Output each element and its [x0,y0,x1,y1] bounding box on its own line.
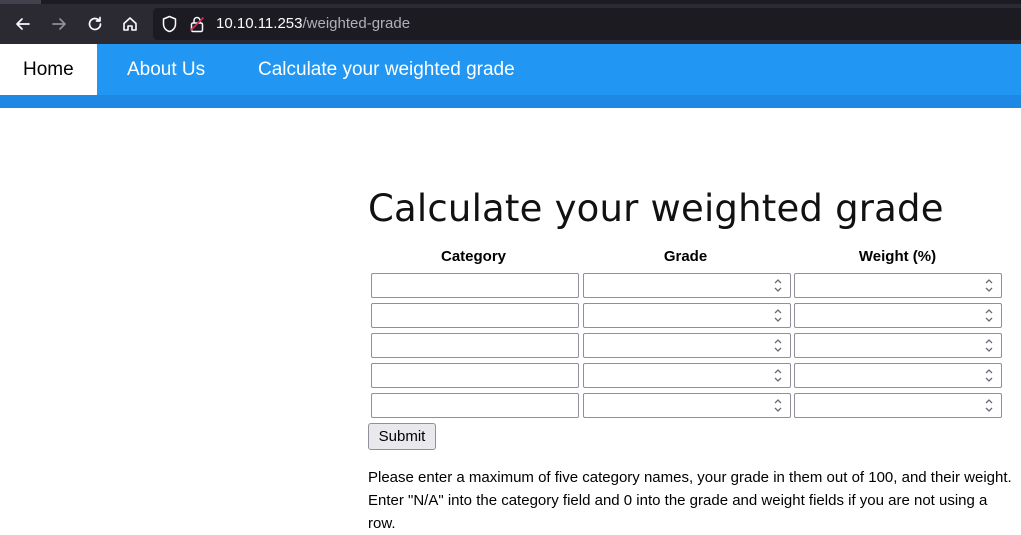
category-input-1[interactable] [371,273,579,298]
grade-input-1[interactable] [583,273,791,298]
shield-icon[interactable] [161,15,178,37]
category-input-4[interactable] [371,363,579,388]
nav-item-calculate-weighted-grade[interactable]: Calculate your weighted grade [235,44,538,95]
grade-input-3[interactable] [583,333,791,358]
spinner-icon[interactable] [772,277,784,294]
tab-strip [0,0,1021,4]
category-input-5[interactable] [371,393,579,418]
grade-input-2[interactable] [583,303,791,328]
url-bar[interactable]: 10.10.11.253/weighted-grade [153,8,1021,40]
spinner-icon[interactable] [983,307,995,324]
nav-item-about-us[interactable]: About Us [104,44,228,95]
home-icon[interactable] [116,10,144,38]
nav-shade [0,95,1021,108]
spinner-icon[interactable] [772,397,784,414]
weight-input-5[interactable] [794,393,1002,418]
instruction-line-1: Please enter a maximum of five category … [368,469,1012,486]
spinner-icon[interactable] [983,277,995,294]
page-title: Calculate your weighted grade [368,187,944,230]
spinner-icon[interactable] [983,397,995,414]
url-host: 10.10.11.253 [216,15,303,32]
reload-icon[interactable] [81,10,109,38]
instructions: Please enter a maximum of five category … [368,466,1018,535]
browser-toolbar: 10.10.11.253/weighted-grade [0,0,1021,44]
category-input-3[interactable] [371,333,579,358]
column-header-grade: Grade [663,248,708,265]
nav-item-home[interactable]: Home [0,44,97,95]
spinner-icon[interactable] [983,337,995,354]
weight-input-1[interactable] [794,273,1002,298]
tab-edge [0,0,41,4]
submit-button[interactable]: Submit [368,423,436,450]
site-nav: Home About Us Calculate your weighted gr… [0,44,1021,108]
instruction-line-2: Enter "N/A" into the category field and … [368,492,988,532]
url-text: 10.10.11.253/weighted-grade [216,15,410,32]
lock-icon[interactable] [189,15,205,37]
column-header-category: Category [440,248,507,265]
back-arrow-icon[interactable] [9,10,37,38]
weight-input-4[interactable] [794,363,1002,388]
spinner-icon[interactable] [772,307,784,324]
forward-arrow-icon[interactable] [45,10,73,38]
grade-input-5[interactable] [583,393,791,418]
spinner-icon[interactable] [772,337,784,354]
column-header-weight: Weight (%) [858,248,937,265]
weight-input-2[interactable] [794,303,1002,328]
grade-input-4[interactable] [583,363,791,388]
spinner-icon[interactable] [983,367,995,384]
weight-input-3[interactable] [794,333,1002,358]
category-input-2[interactable] [371,303,579,328]
url-path: /weighted-grade [302,15,411,32]
spinner-icon[interactable] [772,367,784,384]
